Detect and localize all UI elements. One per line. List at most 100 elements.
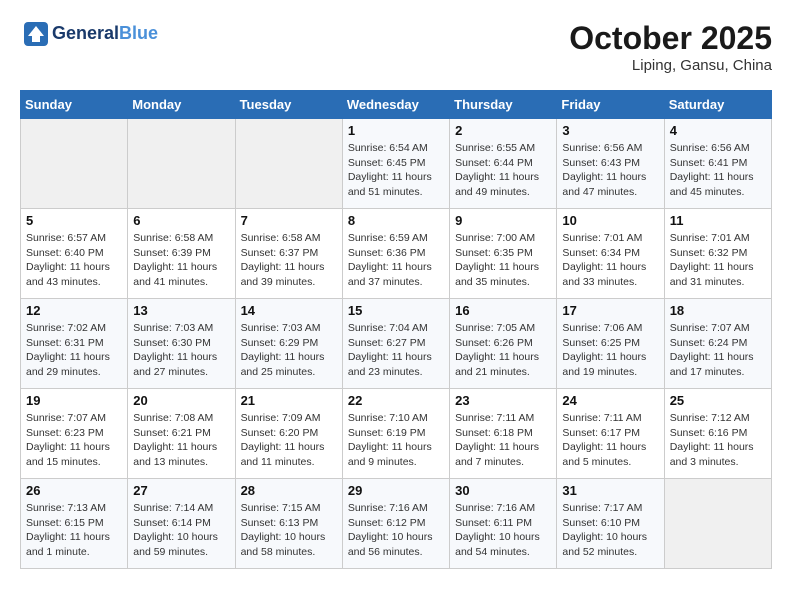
calendar-cell: 9 Sunrise: 7:00 AM Sunset: 6:35 PM Daylig… — [450, 209, 557, 299]
calendar-body: 1 Sunrise: 6:54 AM Sunset: 6:45 PM Daylig… — [21, 119, 772, 569]
day-number: 21 — [241, 393, 337, 408]
calendar-week-1: 1 Sunrise: 6:54 AM Sunset: 6:45 PM Daylig… — [21, 119, 772, 209]
day-number: 13 — [133, 303, 229, 318]
calendar-cell: 22 Sunrise: 7:10 AM Sunset: 6:19 PM Dayli… — [342, 389, 449, 479]
calendar-cell: 31 Sunrise: 7:17 AM Sunset: 6:10 PM Dayli… — [557, 479, 664, 569]
day-info: Sunrise: 7:00 AM Sunset: 6:35 PM Dayligh… — [455, 231, 551, 290]
calendar-week-4: 19 Sunrise: 7:07 AM Sunset: 6:23 PM Dayli… — [21, 389, 772, 479]
day-info: Sunrise: 7:13 AM Sunset: 6:15 PM Dayligh… — [26, 501, 122, 560]
calendar-header: SundayMondayTuesdayWednesdayThursdayFrid… — [21, 91, 772, 119]
weekday-header-saturday: Saturday — [664, 91, 771, 119]
day-info: Sunrise: 7:03 AM Sunset: 6:29 PM Dayligh… — [241, 321, 337, 380]
day-number: 9 — [455, 213, 551, 228]
day-number: 4 — [670, 123, 766, 138]
day-number: 30 — [455, 483, 551, 498]
title-block: October 2025 Liping, Gansu, China — [569, 20, 772, 74]
day-info: Sunrise: 7:03 AM Sunset: 6:30 PM Dayligh… — [133, 321, 229, 380]
calendar-cell: 20 Sunrise: 7:08 AM Sunset: 6:21 PM Dayli… — [128, 389, 235, 479]
calendar-cell: 25 Sunrise: 7:12 AM Sunset: 6:16 PM Dayli… — [664, 389, 771, 479]
day-number: 24 — [562, 393, 658, 408]
day-info: Sunrise: 7:04 AM Sunset: 6:27 PM Dayligh… — [348, 321, 444, 380]
calendar-cell: 17 Sunrise: 7:06 AM Sunset: 6:25 PM Dayli… — [557, 299, 664, 389]
calendar-cell: 4 Sunrise: 6:56 AM Sunset: 6:41 PM Daylig… — [664, 119, 771, 209]
calendar-cell: 7Sunrise: 6:58 AM Sunset: 6:37 PM Daylig… — [235, 209, 342, 299]
day-info: Sunrise: 7:07 AM Sunset: 6:23 PM Dayligh… — [26, 411, 122, 470]
day-number: 18 — [670, 303, 766, 318]
day-info: Sunrise: 7:16 AM Sunset: 6:11 PM Dayligh… — [455, 501, 551, 560]
day-number: 10 — [562, 213, 658, 228]
day-number: 27 — [133, 483, 229, 498]
calendar-cell: 11Sunrise: 7:01 AM Sunset: 6:32 PM Dayli… — [664, 209, 771, 299]
day-info: Sunrise: 6:59 AM Sunset: 6:36 PM Dayligh… — [348, 231, 444, 290]
day-info: Sunrise: 7:11 AM Sunset: 6:17 PM Dayligh… — [562, 411, 658, 470]
calendar-cell: 10 Sunrise: 7:01 AM Sunset: 6:34 PM Dayli… — [557, 209, 664, 299]
calendar-cell: 13 Sunrise: 7:03 AM Sunset: 6:30 PM Dayli… — [128, 299, 235, 389]
day-info: Sunrise: 7:12 AM Sunset: 6:16 PM Dayligh… — [670, 411, 766, 470]
day-number: 8 — [348, 213, 444, 228]
day-info: Sunrise: 6:54 AM Sunset: 6:45 PM Dayligh… — [348, 141, 444, 200]
day-number: 1 — [348, 123, 444, 138]
calendar-cell: 30 Sunrise: 7:16 AM Sunset: 6:11 PM Dayli… — [450, 479, 557, 569]
day-number: 22 — [348, 393, 444, 408]
day-info: Sunrise: 7:02 AM Sunset: 6:31 PM Dayligh… — [26, 321, 122, 380]
calendar-week-5: 26Sunrise: 7:13 AM Sunset: 6:15 PM Dayli… — [21, 479, 772, 569]
day-number: 14 — [241, 303, 337, 318]
calendar-cell: 3Sunrise: 6:56 AM Sunset: 6:43 PM Daylig… — [557, 119, 664, 209]
calendar-cell: 8 Sunrise: 6:59 AM Sunset: 6:36 PM Daylig… — [342, 209, 449, 299]
day-number: 20 — [133, 393, 229, 408]
day-number: 6 — [133, 213, 229, 228]
calendar-cell: 18Sunrise: 7:07 AM Sunset: 6:24 PM Dayli… — [664, 299, 771, 389]
day-info: Sunrise: 7:10 AM Sunset: 6:19 PM Dayligh… — [348, 411, 444, 470]
weekday-header-tuesday: Tuesday — [235, 91, 342, 119]
day-info: Sunrise: 7:06 AM Sunset: 6:25 PM Dayligh… — [562, 321, 658, 380]
day-info: Sunrise: 6:57 AM Sunset: 6:40 PM Dayligh… — [26, 231, 122, 290]
day-info: Sunrise: 7:08 AM Sunset: 6:21 PM Dayligh… — [133, 411, 229, 470]
day-info: Sunrise: 7:01 AM Sunset: 6:34 PM Dayligh… — [562, 231, 658, 290]
day-info: Sunrise: 6:56 AM Sunset: 6:41 PM Dayligh… — [670, 141, 766, 200]
day-info: Sunrise: 6:55 AM Sunset: 6:44 PM Dayligh… — [455, 141, 551, 200]
day-info: Sunrise: 6:56 AM Sunset: 6:43 PM Dayligh… — [562, 141, 658, 200]
day-number: 5 — [26, 213, 122, 228]
day-info: Sunrise: 7:05 AM Sunset: 6:26 PM Dayligh… — [455, 321, 551, 380]
weekday-header-friday: Friday — [557, 91, 664, 119]
calendar-cell: 2 Sunrise: 6:55 AM Sunset: 6:44 PM Daylig… — [450, 119, 557, 209]
location: Liping, Gansu, China — [569, 57, 772, 74]
day-info: Sunrise: 7:09 AM Sunset: 6:20 PM Dayligh… — [241, 411, 337, 470]
calendar-cell — [235, 119, 342, 209]
day-number: 28 — [241, 483, 337, 498]
calendar-cell: 15Sunrise: 7:04 AM Sunset: 6:27 PM Dayli… — [342, 299, 449, 389]
day-number: 23 — [455, 393, 551, 408]
calendar-cell: 14 Sunrise: 7:03 AM Sunset: 6:29 PM Dayli… — [235, 299, 342, 389]
day-number: 12 — [26, 303, 122, 318]
calendar-cell: 1 Sunrise: 6:54 AM Sunset: 6:45 PM Daylig… — [342, 119, 449, 209]
logo: GeneralBlue — [20, 20, 158, 48]
calendar-cell — [21, 119, 128, 209]
calendar-cell: 12 Sunrise: 7:02 AM Sunset: 6:31 PM Dayli… — [21, 299, 128, 389]
weekday-header-sunday: Sunday — [21, 91, 128, 119]
weekday-header-monday: Monday — [128, 91, 235, 119]
page-header: GeneralBlue October 2025 Liping, Gansu, … — [20, 20, 772, 74]
weekday-header-thursday: Thursday — [450, 91, 557, 119]
calendar-cell: 26Sunrise: 7:13 AM Sunset: 6:15 PM Dayli… — [21, 479, 128, 569]
month-title: October 2025 — [569, 20, 772, 57]
calendar-cell — [664, 479, 771, 569]
day-number: 2 — [455, 123, 551, 138]
calendar-cell: 19 Sunrise: 7:07 AM Sunset: 6:23 PM Dayli… — [21, 389, 128, 479]
calendar-table: SundayMondayTuesdayWednesdayThursdayFrid… — [20, 90, 772, 569]
day-number: 17 — [562, 303, 658, 318]
day-info: Sunrise: 7:11 AM Sunset: 6:18 PM Dayligh… — [455, 411, 551, 470]
day-number: 19 — [26, 393, 122, 408]
logo-text: GeneralBlue — [52, 23, 158, 45]
weekday-header-wednesday: Wednesday — [342, 91, 449, 119]
calendar-cell: 16Sunrise: 7:05 AM Sunset: 6:26 PM Dayli… — [450, 299, 557, 389]
day-info: Sunrise: 7:17 AM Sunset: 6:10 PM Dayligh… — [562, 501, 658, 560]
day-number: 7 — [241, 213, 337, 228]
calendar-cell — [128, 119, 235, 209]
day-info: Sunrise: 6:58 AM Sunset: 6:39 PM Dayligh… — [133, 231, 229, 290]
day-info: Sunrise: 7:01 AM Sunset: 6:32 PM Dayligh… — [670, 231, 766, 290]
calendar-cell: 24 Sunrise: 7:11 AM Sunset: 6:17 PM Dayli… — [557, 389, 664, 479]
calendar-cell: 29Sunrise: 7:16 AM Sunset: 6:12 PM Dayli… — [342, 479, 449, 569]
day-info: Sunrise: 7:14 AM Sunset: 6:14 PM Dayligh… — [133, 501, 229, 560]
day-number: 25 — [670, 393, 766, 408]
day-number: 31 — [562, 483, 658, 498]
